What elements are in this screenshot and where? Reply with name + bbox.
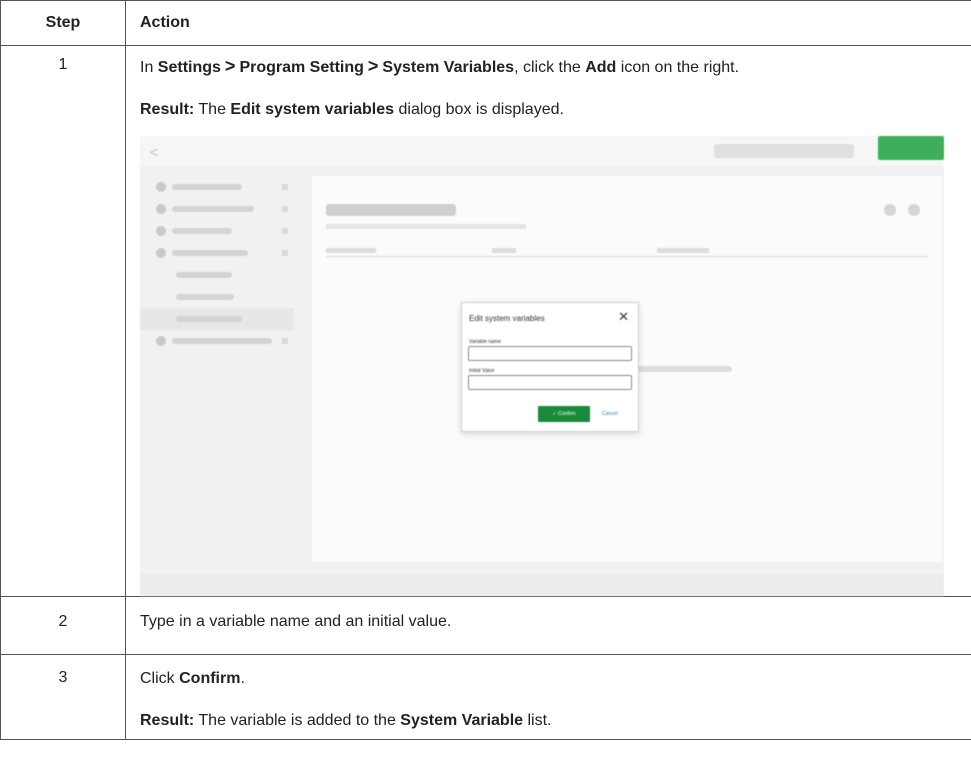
close-icon[interactable]: ✕ <box>618 309 629 325</box>
text: , click the <box>514 59 586 76</box>
step-action: Click Confirm. Result: The variable is a… <box>125 654 971 740</box>
text: The <box>194 101 231 118</box>
column-header <box>657 248 709 253</box>
sidebar-subitem[interactable] <box>140 286 300 308</box>
table-row: 2 Type in a variable name and an initial… <box>0 596 971 655</box>
header-step: Step <box>0 0 126 46</box>
nav-program-setting: Program Setting <box>239 59 364 76</box>
add-term: Add <box>585 59 617 76</box>
sidebar-subitem-selected[interactable] <box>140 308 294 330</box>
nav-system-variables: System Variables <box>382 59 515 76</box>
confirm-term: Confirm <box>179 670 241 687</box>
variable-name-label: Variable name <box>469 339 501 345</box>
sidebar-item[interactable] <box>140 176 300 198</box>
sidebar-subitem[interactable] <box>140 264 300 286</box>
procedure-table: Step Action 1 In Settings > Program Settin… <box>0 0 971 740</box>
save-button[interactable] <box>878 136 944 160</box>
text: The variable is added to the <box>194 712 401 729</box>
toolbar-icons <box>714 144 854 158</box>
table-row: 1 In Settings > Program Setting > System Var… <box>0 45 971 597</box>
nav-settings: Settings <box>157 59 221 76</box>
text: list. <box>523 712 552 729</box>
column-header <box>326 248 376 253</box>
sidebar-item[interactable] <box>140 330 300 352</box>
table-row: 3 Click Confirm. Result: The variable is… <box>0 654 971 740</box>
table-divider <box>326 256 928 257</box>
result-text: Result: The variable is added to the Sys… <box>140 711 961 731</box>
result-label: Result: <box>140 712 195 729</box>
confirm-button[interactable]: ✓ Confirm <box>538 406 590 422</box>
chevron-right-icon: > <box>224 56 236 76</box>
screenshot-image: < Edit system variables ✕ Variable name … <box>140 136 944 596</box>
panel-title <box>326 204 456 216</box>
cancel-button[interactable]: Cancel <box>602 406 618 422</box>
header-action: Action <box>125 0 971 46</box>
table-header-row: Step Action <box>0 0 971 46</box>
result-text: Result: The Edit system variables dialog… <box>140 100 961 120</box>
step-number: 2 <box>0 596 126 655</box>
step-action: In Settings > Program Setting > System Varia… <box>125 45 971 597</box>
text: In <box>140 59 158 76</box>
sidebar-item[interactable] <box>140 198 300 220</box>
result-label: Result: <box>140 101 195 118</box>
app-bottom-bar <box>140 574 944 596</box>
text: dialog box is displayed. <box>394 101 564 118</box>
sidebar <box>140 176 300 352</box>
list-name: System Variable <box>400 712 524 729</box>
chevron-right-icon: > <box>367 56 379 76</box>
column-header <box>492 248 516 253</box>
dialog-title: Edit system variables <box>469 314 545 323</box>
sidebar-item[interactable] <box>140 242 300 264</box>
instruction-text: In Settings > Program Setting > System Varia… <box>140 56 961 78</box>
initial-value-field[interactable] <box>468 375 632 390</box>
add-icon[interactable] <box>908 204 920 216</box>
step-number: 1 <box>0 45 126 597</box>
edit-icon[interactable] <box>884 204 896 216</box>
text: icon on the right. <box>616 59 740 76</box>
text: . <box>240 670 245 687</box>
step-action: Type in a variable name and an initial v… <box>125 596 971 655</box>
dialog-name: Edit system variables <box>230 101 395 118</box>
initial-value-label: Initial Value <box>469 368 495 374</box>
instruction-text: Click Confirm. <box>140 669 961 689</box>
back-arrow-icon[interactable]: < <box>150 144 158 160</box>
sidebar-item[interactable] <box>140 220 300 242</box>
text: Click <box>140 670 180 687</box>
panel-subtitle <box>326 224 526 229</box>
step-number: 3 <box>0 654 126 740</box>
variable-name-field[interactable] <box>468 346 632 361</box>
edit-system-variables-dialog: Edit system variables ✕ Variable name In… <box>461 302 639 432</box>
app-top-bar: < <box>140 136 944 166</box>
